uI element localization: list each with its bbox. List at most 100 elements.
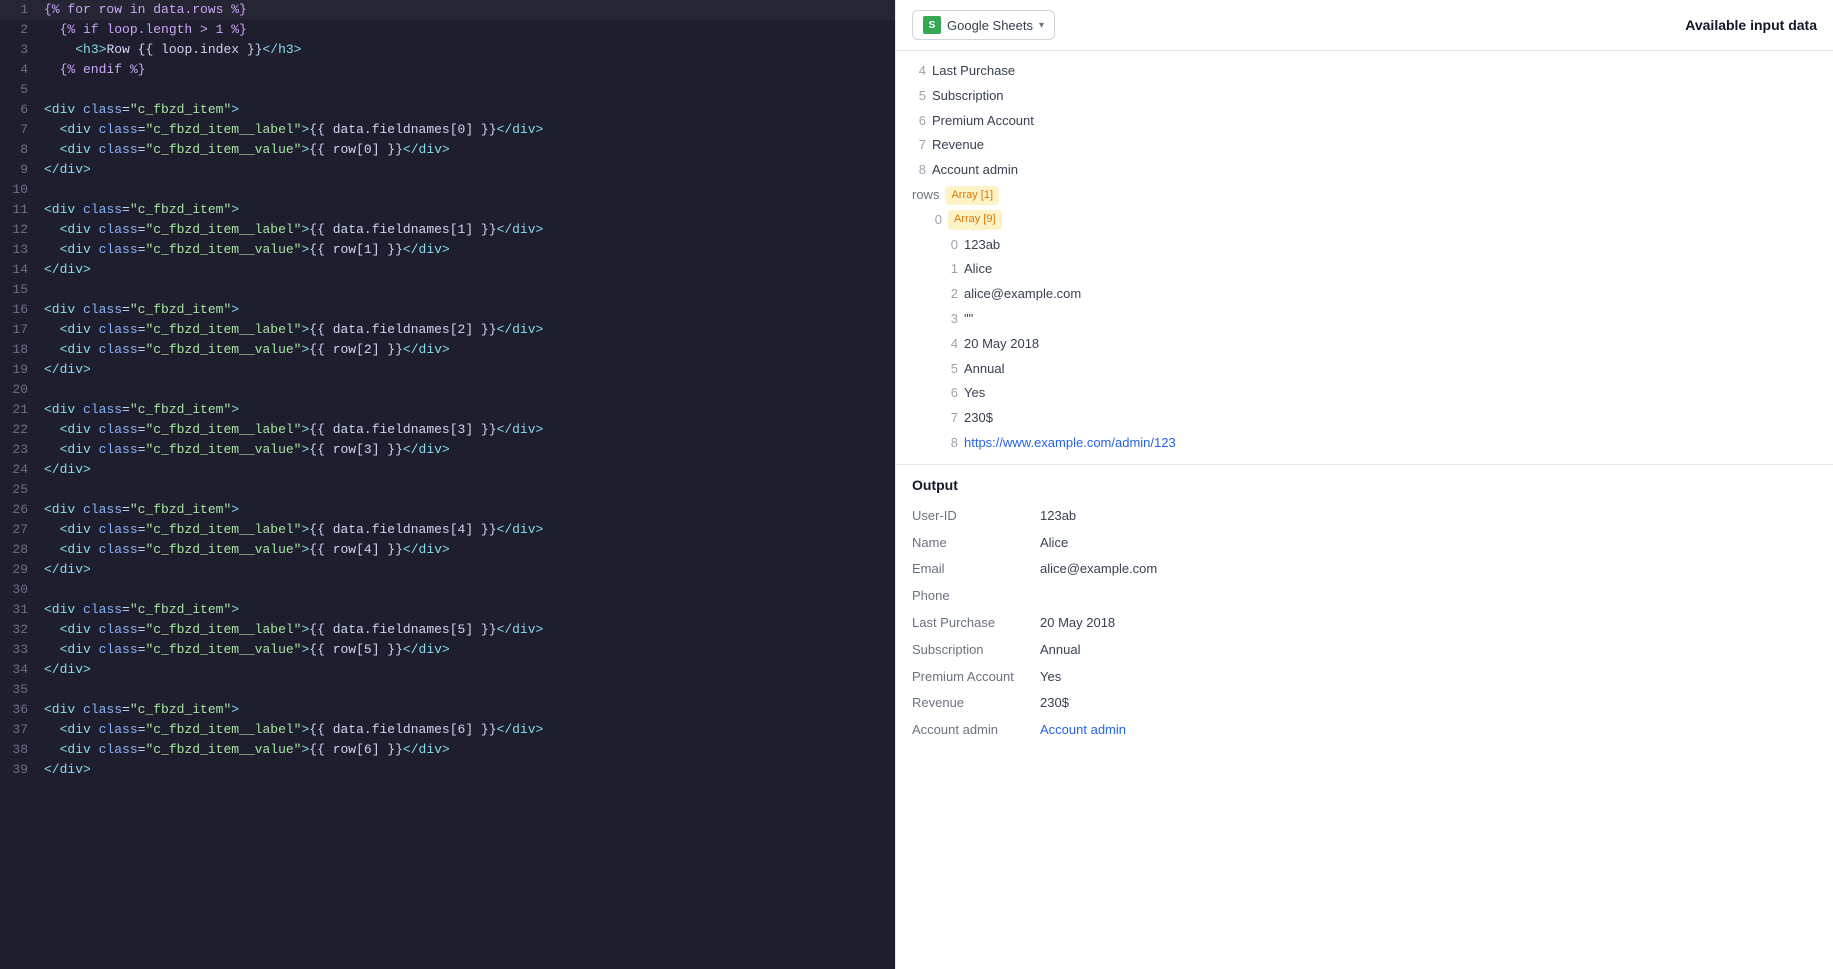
editor-line: 11<div class="c_fbzd_item"> <box>0 200 895 220</box>
tree-item: 4Last Purchase <box>912 59 1817 84</box>
editor-line: 14</div> <box>0 260 895 280</box>
line-content: <div class="c_fbzd_item"> <box>40 400 895 420</box>
tree-label[interactable]: Last Purchase <box>932 61 1015 82</box>
line-number: 5 <box>0 80 40 100</box>
line-number: 14 <box>0 260 40 280</box>
editor-line: 31<div class="c_fbzd_item"> <box>0 600 895 620</box>
available-input-title: Available input data <box>1685 17 1817 33</box>
array-item-value: Annual <box>964 359 1004 380</box>
line-content: <div class="c_fbzd_item__value">{{ row[6… <box>40 740 895 760</box>
array-item-link[interactable]: https://www.example.com/admin/123 <box>964 433 1176 454</box>
output-value: 20 May 2018 <box>1040 613 1115 634</box>
tree-label[interactable]: Premium Account <box>932 111 1034 132</box>
line-content: <div class="c_fbzd_item"> <box>40 200 895 220</box>
line-content: </div> <box>40 460 895 480</box>
array-item-value: Alice <box>964 259 992 280</box>
output-value: Yes <box>1040 667 1061 688</box>
editor-line: 19</div> <box>0 360 895 380</box>
editor-line: 15 <box>0 280 895 300</box>
output-row: Last Purchase20 May 2018 <box>912 610 1817 637</box>
output-row: SubscriptionAnnual <box>912 637 1817 664</box>
line-number: 1 <box>0 0 40 20</box>
line-number: 21 <box>0 400 40 420</box>
google-sheets-button[interactable]: S Google Sheets ▾ <box>912 10 1055 40</box>
line-content: </div> <box>40 560 895 580</box>
line-content: <div class="c_fbzd_item__label">{{ data.… <box>40 620 895 640</box>
line-content: </div> <box>40 360 895 380</box>
line-content: <div class="c_fbzd_item__label">{{ data.… <box>40 420 895 440</box>
output-row: Premium AccountYes <box>912 664 1817 691</box>
line-number: 18 <box>0 340 40 360</box>
editor-line: 17 <div class="c_fbzd_item__label">{{ da… <box>0 320 895 340</box>
line-content <box>40 180 895 200</box>
sub-array-badge[interactable]: Array [9] <box>948 210 1002 230</box>
output-row: Account admin Account admin <box>912 717 1817 744</box>
array-item-value: 230$ <box>964 408 993 429</box>
editor-line: 35 <box>0 680 895 700</box>
output-value-link[interactable]: Account admin <box>1040 720 1126 741</box>
tree-index: 5 <box>912 86 926 107</box>
output-key: Name <box>912 533 1032 554</box>
output-value: Annual <box>1040 640 1080 661</box>
line-content: <div class="c_fbzd_item"> <box>40 700 895 720</box>
line-content: <div class="c_fbzd_item__label">{{ data.… <box>40 520 895 540</box>
array-item-index: 7 <box>944 408 958 429</box>
line-content: </div> <box>40 760 895 780</box>
line-number: 16 <box>0 300 40 320</box>
editor-line: 10 <box>0 180 895 200</box>
array-item-index: 5 <box>944 359 958 380</box>
line-number: 32 <box>0 620 40 640</box>
line-content: </div> <box>40 660 895 680</box>
editor-line: 20 <box>0 380 895 400</box>
output-row: Revenue230$ <box>912 690 1817 717</box>
editor-line: 29</div> <box>0 560 895 580</box>
array-item-value: 123ab <box>964 235 1000 256</box>
line-number: 20 <box>0 380 40 400</box>
line-content: <div class="c_fbzd_item__label">{{ data.… <box>40 220 895 240</box>
line-number: 37 <box>0 720 40 740</box>
line-number: 38 <box>0 740 40 760</box>
line-number: 2 <box>0 20 40 40</box>
editor-line: 39</div> <box>0 760 895 780</box>
editor-line: 5 <box>0 80 895 100</box>
editor-line: 30 <box>0 580 895 600</box>
tree-item: 7 Revenue <box>912 133 1817 158</box>
tree-index: 6 <box>912 111 926 132</box>
editor-line: 2 {% if loop.length > 1 %} <box>0 20 895 40</box>
line-number: 39 <box>0 760 40 780</box>
tree-label[interactable]: Account admin <box>932 160 1018 181</box>
array-item: 420 May 2018 <box>912 332 1817 357</box>
line-number: 35 <box>0 680 40 700</box>
line-number: 10 <box>0 180 40 200</box>
output-key: Account admin <box>912 720 1032 741</box>
editor-line: 7 <div class="c_fbzd_item__label">{{ dat… <box>0 120 895 140</box>
right-panel: S Google Sheets ▾ Available input data 4… <box>895 0 1833 969</box>
editor-line: 32 <div class="c_fbzd_item__label">{{ da… <box>0 620 895 640</box>
line-number: 34 <box>0 660 40 680</box>
line-number: 30 <box>0 580 40 600</box>
line-number: 23 <box>0 440 40 460</box>
tree-label[interactable]: Revenue <box>932 135 984 156</box>
code-editor[interactable]: 1{% for row in data.rows %}2 {% if loop.… <box>0 0 895 969</box>
tree-label[interactable]: Subscription <box>932 86 1004 107</box>
array-item-value: alice@example.com <box>964 284 1081 305</box>
array-item: 7 230$ <box>912 406 1817 431</box>
output-value: 123ab <box>1040 506 1076 527</box>
line-content: {% if loop.length > 1 %} <box>40 20 895 40</box>
line-content: <div class="c_fbzd_item__value">{{ row[2… <box>40 340 895 360</box>
editor-line: 25 <box>0 480 895 500</box>
rows-array-badge[interactable]: Array [1] <box>945 186 999 206</box>
output-section: OutputUser-ID123abNameAliceEmailalice@ex… <box>896 465 1833 969</box>
output-value: 230$ <box>1040 693 1069 714</box>
line-number: 8 <box>0 140 40 160</box>
line-number: 15 <box>0 280 40 300</box>
google-sheets-icon: S <box>923 16 941 34</box>
line-number: 31 <box>0 600 40 620</box>
array-item-value: 20 May 2018 <box>964 334 1039 355</box>
line-content <box>40 280 895 300</box>
output-row: Emailalice@example.com <box>912 556 1817 583</box>
array-item: 5 Annual <box>912 357 1817 382</box>
line-content <box>40 380 895 400</box>
tree-index: 7 <box>912 135 926 156</box>
tree-item: 5 Subscription <box>912 84 1817 109</box>
